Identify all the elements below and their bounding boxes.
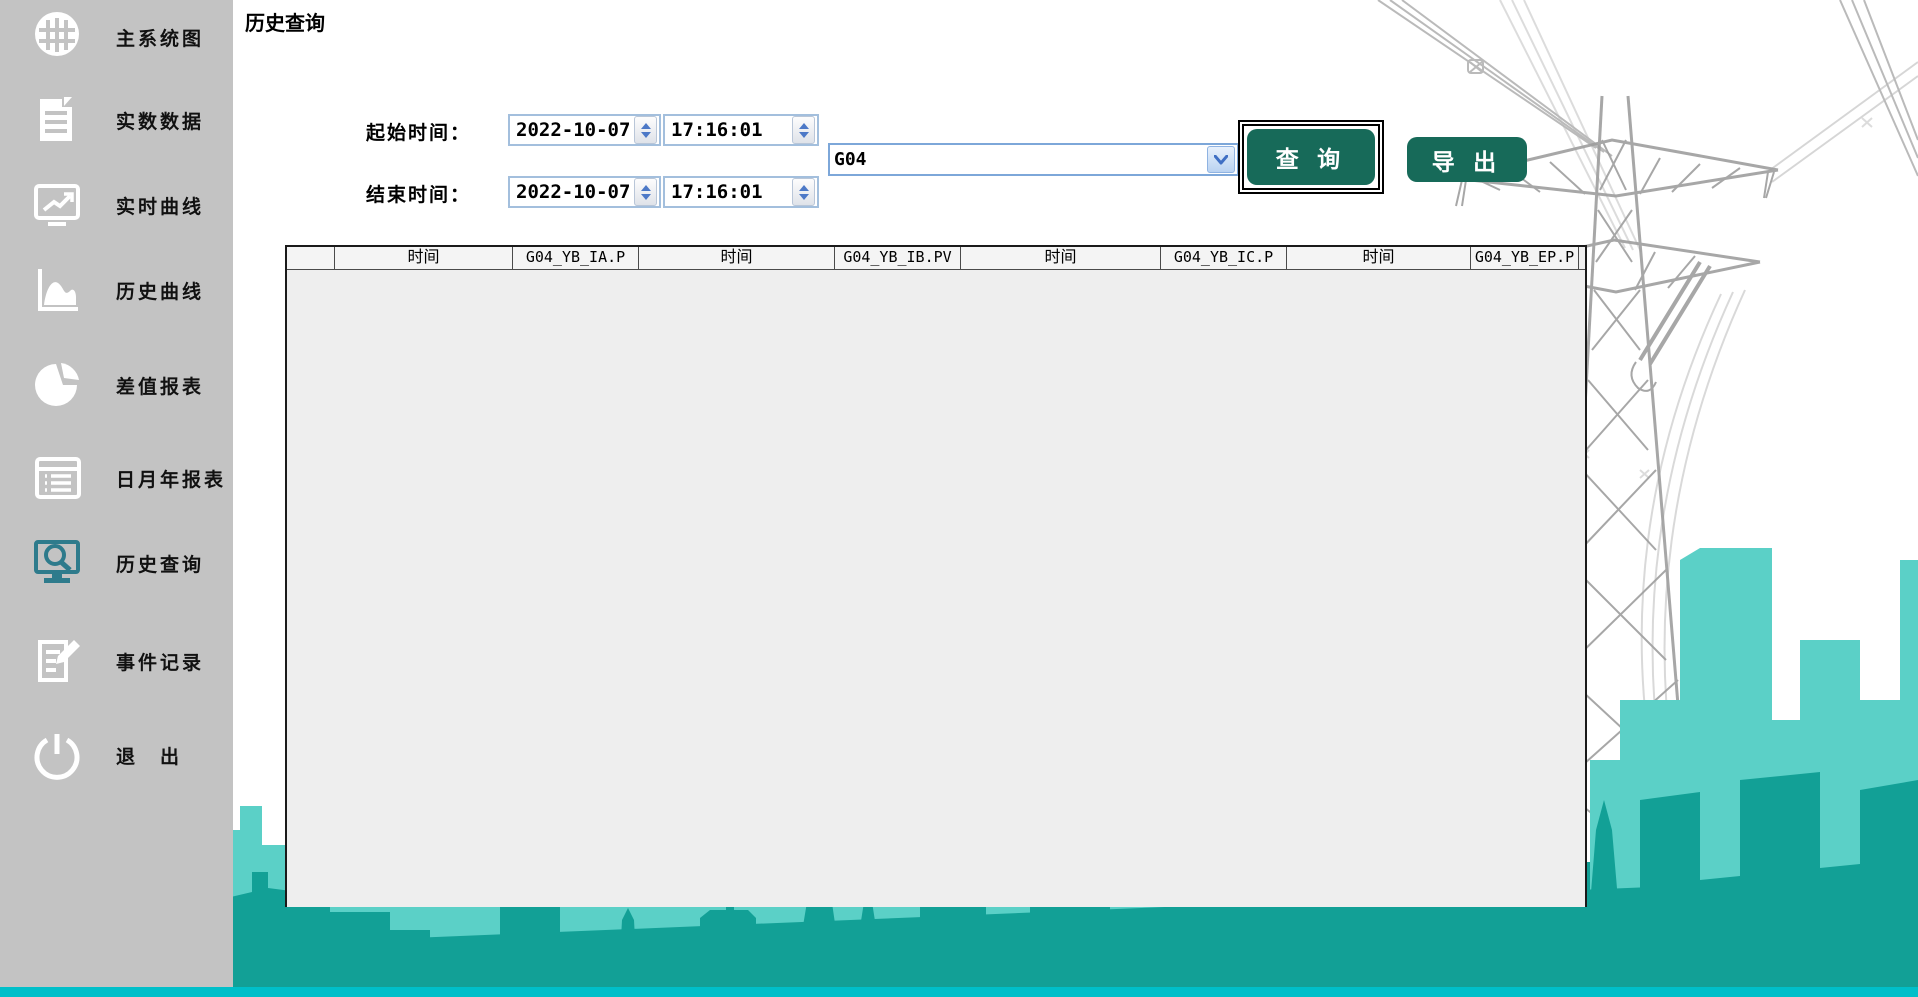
sidebar-item-label: 实数数据 [116, 111, 205, 133]
tag-group-selected: G04 [834, 149, 867, 170]
column-header-tag[interactable]: G04_YB_IB.PV [835, 247, 961, 270]
spin-down-icon[interactable] [640, 193, 651, 200]
column-header-filler [1579, 247, 1585, 270]
start-time-label: 起始时间： [366, 123, 472, 144]
column-header-time[interactable]: 时间 [639, 247, 835, 270]
sidebar-item-label: 历史曲线 [116, 281, 205, 303]
column-header-tag[interactable]: G04_YB_EP.P [1471, 247, 1579, 270]
end-time-label: 结束时间： [366, 185, 472, 206]
sidebar-item-main-diagram[interactable]: 主系统图 [0, 4, 233, 70]
sidebar-item-event-log[interactable]: 事件记录 [0, 628, 233, 694]
sidebar-item-history-curve[interactable]: 历史曲线 [0, 257, 233, 323]
bottom-accent-bar [0, 987, 1918, 997]
start-time-spinner[interactable] [792, 116, 815, 144]
sidebar-item-label: 历史查询 [116, 554, 205, 576]
start-date-spinner[interactable] [634, 116, 658, 144]
table-header-row: 时间 G04_YB_IA.P 时间 G04_YB_IB.PV 时间 G04_YB_IC.P… [287, 247, 1585, 270]
realtime-data-icon [26, 89, 88, 151]
column-header-index[interactable] [287, 247, 335, 270]
realtime-curve-icon [26, 174, 88, 236]
sidebar-item-power[interactable]: 退 出 [0, 722, 233, 788]
column-header-time[interactable]: 时间 [335, 247, 513, 270]
event-log-icon [26, 630, 88, 692]
sidebar-item-label: 事件记录 [116, 652, 205, 674]
start-date-value[interactable]: 2022-10-07 [510, 119, 634, 141]
sidebar-item-label: 差值报表 [116, 376, 205, 398]
main-diagram-icon [26, 6, 88, 68]
power-icon [26, 724, 88, 786]
column-header-time[interactable]: 时间 [961, 247, 1161, 270]
periodic-report-icon [26, 447, 88, 509]
sidebar-item-label: 实时曲线 [116, 196, 205, 218]
spin-down-icon[interactable] [798, 131, 809, 138]
column-header-time[interactable]: 时间 [1287, 247, 1471, 270]
sidebar-item-realtime-curve[interactable]: 实时曲线 [0, 172, 233, 238]
sidebar-item-realtime-data[interactable]: 实数数据 [0, 87, 233, 153]
difference-report-icon [26, 354, 88, 416]
sidebar-item-difference-report[interactable]: 差值报表 [0, 352, 233, 418]
end-date-field[interactable]: 2022-10-07 [508, 176, 661, 208]
column-header-tag[interactable]: G04_YB_IC.P [1161, 247, 1287, 270]
sidebar-item-label: 主系统图 [116, 28, 205, 50]
spin-up-icon[interactable] [798, 122, 809, 129]
export-button[interactable]: 导 出 [1407, 137, 1527, 182]
end-time-field[interactable]: 17:16:01 [663, 176, 819, 208]
sidebar-item-history-query[interactable]: 历史查询 [0, 530, 233, 596]
end-date-spinner[interactable] [634, 178, 658, 206]
sidebar-item-label: 日月年报表 [116, 469, 227, 491]
page-title: 历史查询 [245, 13, 325, 35]
end-time-value[interactable]: 17:16:01 [665, 181, 792, 203]
end-date-value[interactable]: 2022-10-07 [510, 181, 634, 203]
tag-group-dropdown[interactable]: G04 [828, 143, 1239, 176]
spin-up-icon[interactable] [798, 184, 809, 191]
spin-down-icon[interactable] [640, 131, 651, 138]
sidebar: 主系统图实数数据实时曲线历史曲线差值报表日月年报表历史查询事件记录退 出 [0, 0, 233, 988]
end-time-spinner[interactable] [792, 178, 815, 206]
start-time-value[interactable]: 17:16:01 [665, 119, 792, 141]
main-content: 历史查询 起始时间： 结束时间： 2022-10-07 17:16:01 202… [233, 0, 1918, 997]
sidebar-item-periodic-report[interactable]: 日月年报表 [0, 445, 233, 511]
dropdown-button[interactable] [1207, 146, 1235, 173]
spin-up-icon[interactable] [640, 184, 651, 191]
history-query-icon [26, 532, 88, 594]
table-body[interactable] [287, 270, 1585, 907]
spin-up-icon[interactable] [640, 122, 651, 129]
history-curve-icon [26, 259, 88, 321]
spin-down-icon[interactable] [798, 193, 809, 200]
start-time-field[interactable]: 17:16:01 [663, 114, 819, 146]
query-button[interactable]: 查 询 [1247, 129, 1375, 185]
query-button-focus-frame: 查 询 [1238, 120, 1384, 194]
sidebar-item-label: 退 出 [116, 746, 183, 768]
start-date-field[interactable]: 2022-10-07 [508, 114, 661, 146]
history-results-table: 时间 G04_YB_IA.P 时间 G04_YB_IB.PV 时间 G04_YB_IC.P… [285, 245, 1587, 907]
chevron-down-icon [1214, 154, 1228, 164]
column-header-tag[interactable]: G04_YB_IA.P [513, 247, 639, 270]
